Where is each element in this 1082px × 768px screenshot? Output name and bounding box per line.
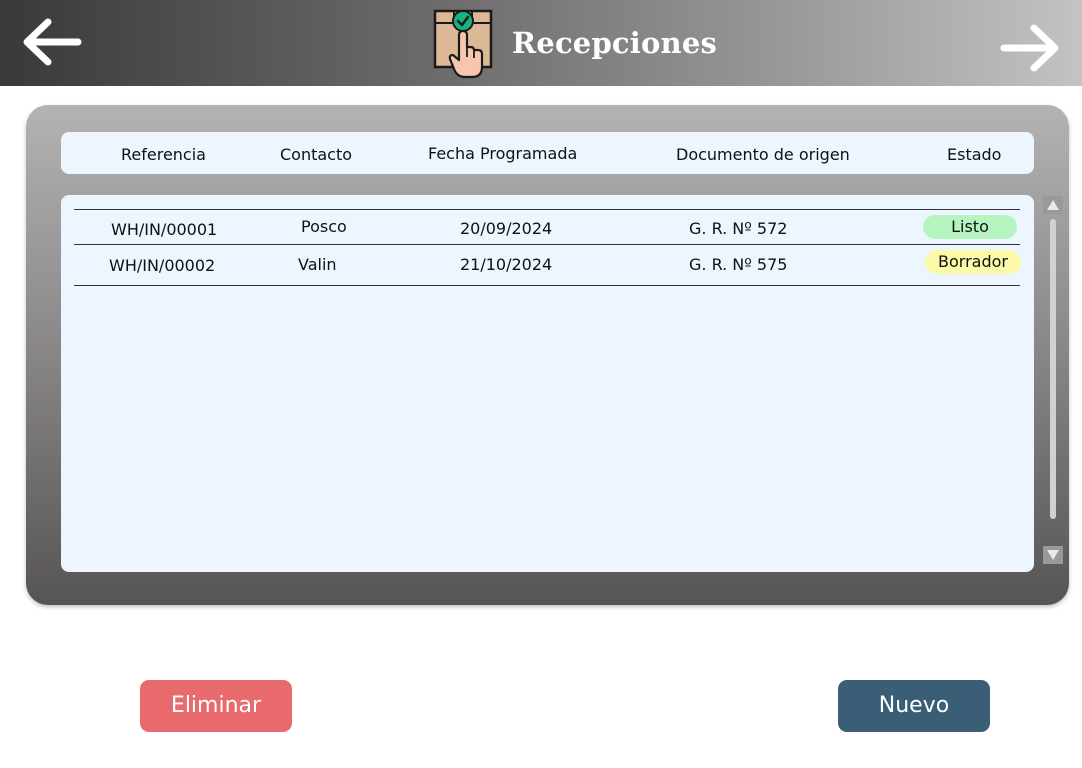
status-badge: Listo [923,215,1017,239]
row-divider [74,209,1020,210]
delete-button[interactable]: Eliminar [140,680,292,732]
row-contact: Posco [301,217,347,236]
receptions-list: WH/IN/00001 Posco 20/09/2024 G. R. Nº 57… [61,195,1034,572]
scroll-up-icon[interactable] [1043,196,1063,214]
column-header-fecha-programada[interactable]: Fecha Programada [428,132,577,176]
row-scheduled-date: 20/09/2024 [460,219,553,238]
column-header-referencia[interactable]: Referencia [121,132,206,178]
column-header-contacto[interactable]: Contacto [280,132,352,178]
row-reference: WH/IN/00001 [111,220,218,239]
column-header-documento-origen[interactable]: Documento de origen [676,132,850,178]
row-reference: WH/IN/00002 [109,256,216,275]
page-header: Recepciones [432,5,717,81]
row-scheduled-date: 21/10/2024 [460,255,553,274]
column-header-estado[interactable]: Estado [947,132,1001,178]
new-button[interactable]: Nuevo [838,680,990,732]
forward-arrow-icon[interactable] [998,14,1064,74]
page-title: Recepciones [512,26,718,60]
row-divider [74,285,1020,286]
receptions-panel: Referencia Contacto Fecha Programada Doc… [26,105,1069,605]
top-bar: Recepciones [0,0,1082,86]
scrollbar-thumb[interactable] [1050,219,1056,519]
status-badge: Borrador [925,250,1021,274]
scroll-down-icon[interactable] [1043,546,1063,564]
row-divider [74,244,1020,245]
package-hand-check-icon [432,5,496,81]
row-source-document: G. R. Nº 575 [689,255,788,274]
row-contact: Valin [298,255,337,274]
scrollbar[interactable] [1042,195,1063,567]
back-arrow-icon[interactable] [18,14,84,74]
table-header: Referencia Contacto Fecha Programada Doc… [61,132,1034,174]
row-source-document: G. R. Nº 572 [689,219,788,238]
